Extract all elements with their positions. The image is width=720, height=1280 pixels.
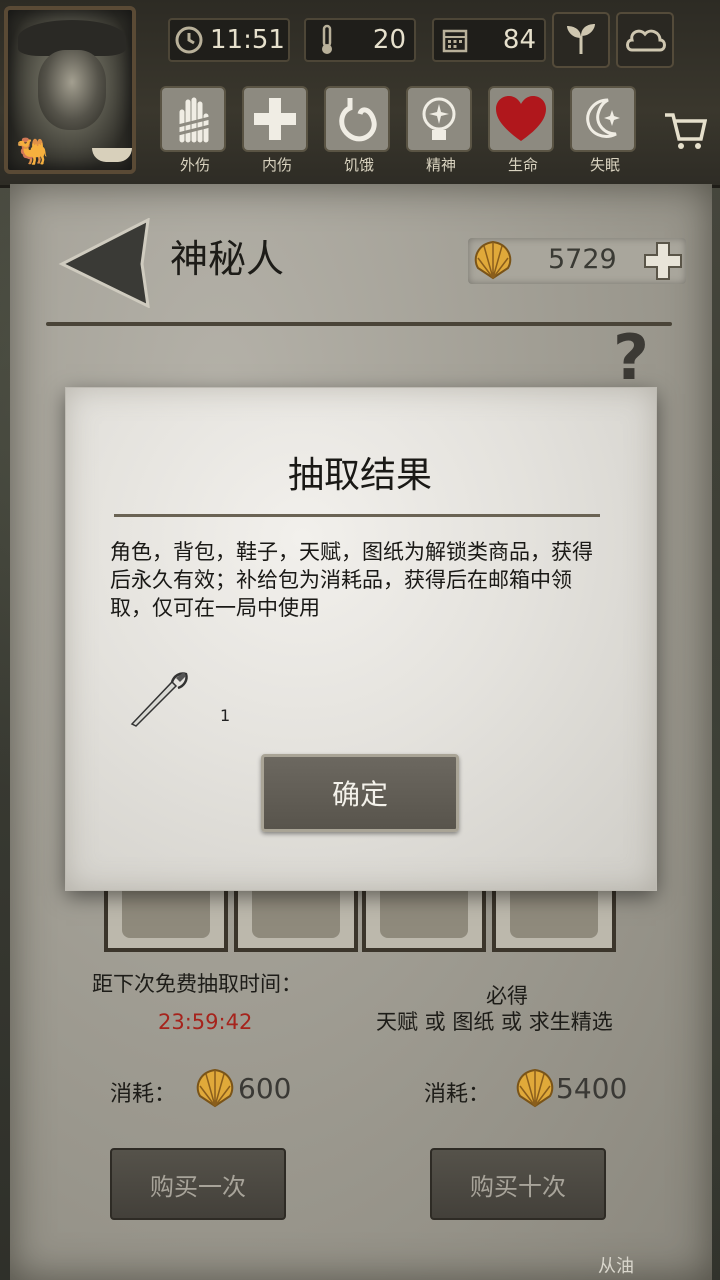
status-label: 生命	[507, 156, 538, 174]
brain-icon	[406, 86, 472, 152]
temperature-value: 20	[372, 25, 406, 55]
cost-label-ten: 消耗：	[424, 1082, 491, 1107]
shell-icon	[196, 1068, 234, 1108]
cost-value-ten: 5400	[556, 1072, 628, 1105]
clock-icon	[174, 23, 204, 57]
plus-icon	[644, 242, 682, 280]
time-display: 11:51	[168, 18, 290, 62]
cost-label-single: 消耗：	[110, 1082, 177, 1107]
player-avatar[interactable]: 🐫	[4, 6, 136, 174]
reward-count: 1	[220, 706, 231, 725]
status-health[interactable]: 生命	[488, 86, 558, 178]
prize-slot	[362, 880, 486, 952]
calendar-icon	[438, 23, 472, 57]
status-label: 精神	[425, 156, 456, 174]
camel-icon: 🐫	[16, 137, 49, 167]
status-label: 失眠	[589, 156, 620, 174]
shell-icon	[516, 1068, 554, 1108]
sword-icon	[130, 672, 188, 727]
moon-star-icon	[570, 86, 636, 152]
thermometer-icon	[310, 23, 344, 57]
shop-cart-button[interactable]	[660, 108, 710, 158]
status-internal-injury[interactable]: 内伤	[242, 86, 312, 178]
time-value: 11:51	[210, 25, 285, 55]
cloud-icon	[622, 22, 668, 58]
weather-button[interactable]	[616, 12, 674, 68]
stomach-icon	[324, 86, 390, 152]
top-hud: 🐫 11:51 20 84 外伤 内伤 饥饿 精神 生命 失眠	[0, 0, 720, 188]
dialog-description: 角色，背包，鞋子，天赋，图纸为解锁类商品，获得后永久有效；补给包为消耗品，获得后…	[110, 540, 593, 620]
status-bar: 外伤 内伤 饥饿 精神 生命 失眠	[160, 86, 640, 182]
sprout-button[interactable]	[552, 12, 610, 68]
days-display: 84	[432, 18, 546, 62]
help-button[interactable]: ?	[598, 327, 664, 389]
edge-text: 从油	[598, 1256, 634, 1277]
status-insomnia[interactable]: 失眠	[570, 86, 640, 178]
days-value: 84	[502, 25, 536, 55]
confirm-button[interactable]: 确定	[261, 754, 459, 832]
dialog-divider	[114, 514, 600, 517]
buy-once-button[interactable]: 购买一次	[110, 1148, 286, 1220]
status-label: 内伤	[261, 156, 292, 174]
status-label: 饥饿	[343, 156, 374, 174]
buy-ten-button[interactable]: 购买十次	[430, 1148, 606, 1220]
hand-bandage-icon	[160, 86, 226, 152]
boat-icon	[92, 148, 132, 162]
back-arrow-icon	[58, 217, 150, 309]
free-draw-timer: 23:59:42	[158, 1010, 253, 1034]
dialog-title: 抽取结果	[287, 455, 432, 496]
shell-icon	[474, 240, 512, 280]
title-divider	[46, 322, 672, 326]
cart-icon	[663, 111, 708, 155]
page-title: 神秘人	[170, 237, 285, 281]
back-button[interactable]	[58, 217, 154, 309]
face-shape	[38, 50, 106, 130]
status-label: 外伤	[179, 156, 210, 174]
cross-icon	[242, 86, 308, 152]
temperature-display: 20	[304, 18, 416, 62]
prize-slot	[104, 880, 228, 952]
guarantee-text: 天赋 或 图纸 或 求生精选	[376, 1010, 613, 1034]
free-draw-label: 距下次免费抽取时间：	[92, 972, 302, 996]
prize-slot	[234, 880, 358, 952]
currency-value: 5729	[548, 244, 617, 275]
heart-icon	[488, 86, 554, 152]
status-external-injury[interactable]: 外伤	[160, 86, 230, 178]
cost-value-single: 600	[238, 1072, 292, 1105]
status-mental[interactable]: 精神	[406, 86, 476, 178]
add-currency-button[interactable]	[642, 240, 684, 282]
prize-slot	[492, 880, 616, 952]
status-hunger[interactable]: 饥饿	[324, 86, 394, 178]
question-icon: ?	[613, 321, 649, 394]
sprout-icon	[561, 18, 601, 62]
